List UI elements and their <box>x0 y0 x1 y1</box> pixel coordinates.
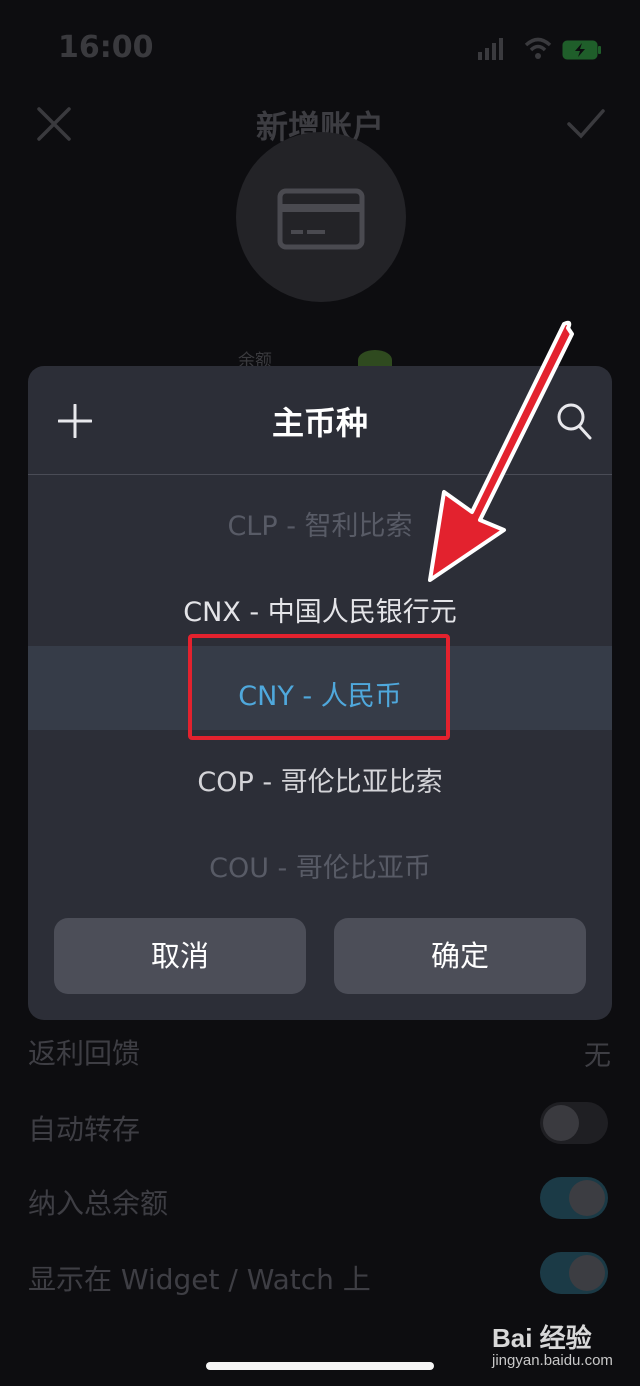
status-time: 16:00 <box>58 30 154 65</box>
watermark-url: jingyan.baidu.com <box>492 1352 613 1369</box>
currency-option[interactable]: COP - 哥伦比亚比索 <box>28 760 612 799</box>
auto-transfer-toggle[interactable] <box>540 1102 608 1144</box>
confirm-button[interactable]: 确定 <box>334 918 586 994</box>
widget-toggle[interactable] <box>540 1252 608 1294</box>
battery-charging-icon <box>562 40 601 60</box>
home-indicator[interactable] <box>206 1362 434 1370</box>
auto-transfer-label: 自动转存 <box>28 1113 141 1146</box>
cellular-signal-icon <box>478 38 503 60</box>
wifi-icon <box>524 37 552 59</box>
include-total-toggle[interactable] <box>540 1177 608 1219</box>
checkmark-icon[interactable] <box>566 108 606 140</box>
widget-label: 显示在 Widget / Watch 上 <box>28 1263 371 1296</box>
cancel-button[interactable]: 取消 <box>54 918 306 994</box>
rebate-label: 返利回馈 <box>28 1037 141 1070</box>
rebate-value[interactable]: 无 <box>584 1034 611 1073</box>
include-total-label: 纳入总余额 <box>28 1187 169 1220</box>
watermark-brand: Bai 经验 <box>492 1323 592 1353</box>
highlight-box <box>188 634 450 740</box>
currency-option[interactable]: COU - 哥伦比亚币 <box>28 846 612 885</box>
credit-card-icon <box>277 188 365 250</box>
annotation-arrow-icon <box>428 320 574 582</box>
